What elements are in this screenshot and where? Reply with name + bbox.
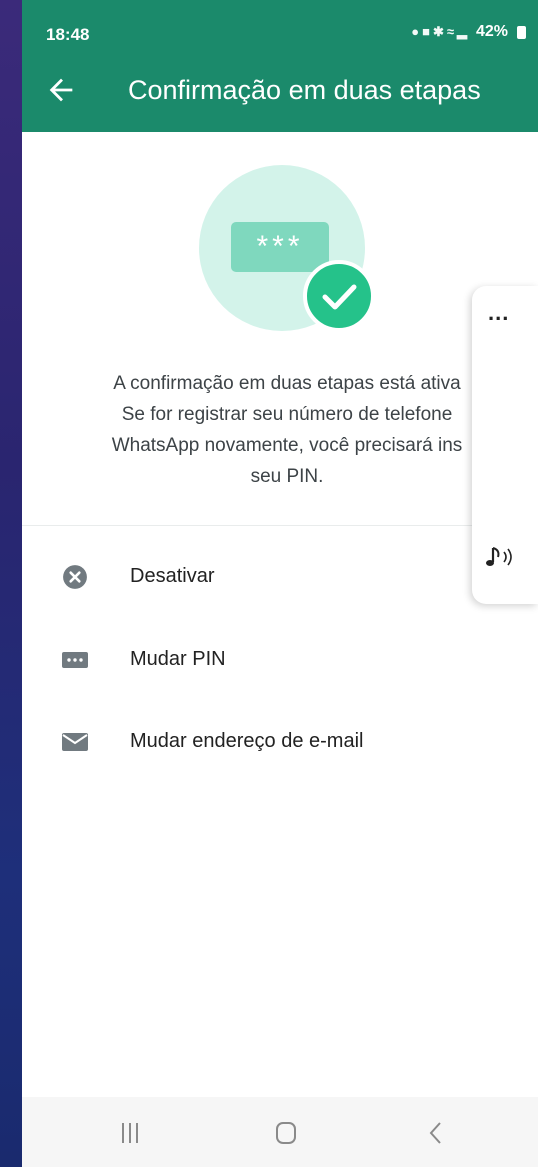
pin-mask: *** <box>256 230 304 263</box>
description-line: seu PIN. <box>250 466 324 487</box>
description-line: Se for registrar seu número de telefone <box>121 404 453 425</box>
floating-side-panel: ... <box>472 286 538 604</box>
pin-keyboard-icon <box>62 652 88 668</box>
battery-icon <box>517 25 526 39</box>
app-bar: 18:48 ●■✱≈▂ 42% Confirmação em duas etap… <box>22 0 538 132</box>
menu-item-mudar-pin[interactable]: Mudar PIN <box>22 630 538 690</box>
description-line: A confirmação em duas etapas está ativa <box>113 373 461 394</box>
recent-apps-icon[interactable] <box>108 1111 152 1155</box>
check-icon <box>322 284 357 310</box>
divider <box>22 525 538 526</box>
menu-item-label: Mudar PIN <box>130 648 226 670</box>
arrow-left-icon[interactable] <box>44 73 78 107</box>
system-nav-bar <box>22 1097 538 1167</box>
screen: 18:48 ●■✱≈▂ 42% Confirmação em duas etap… <box>22 0 538 1167</box>
status-time: 18:48 <box>46 25 90 44</box>
menu-item-label: Mudar endereço de e-mail <box>130 730 364 752</box>
page-title: Confirmação em duas etapas <box>128 75 481 105</box>
description: A confirmação em duas etapas está ativa … <box>62 368 512 492</box>
cancel-circle-icon <box>63 565 87 589</box>
home-icon[interactable] <box>264 1111 308 1155</box>
status-indicator-icons: ●■✱≈▂ <box>411 24 470 39</box>
description-line: WhatsApp novamente, você precisará ins <box>111 435 463 456</box>
menu-item-mudar-email[interactable]: Mudar endereço de e-mail <box>22 712 538 772</box>
back-icon[interactable] <box>414 1111 458 1155</box>
music-note-sound-icon[interactable] <box>482 542 522 572</box>
envelope-icon <box>62 733 88 751</box>
more-options-icon[interactable]: ... <box>488 300 509 326</box>
menu-item-label: Desativar <box>130 565 215 587</box>
check-badge <box>303 260 375 332</box>
menu-item-desativar[interactable]: Desativar <box>22 547 538 607</box>
status-icons: ●■✱≈▂ 42% <box>411 23 526 41</box>
battery-percent: 42% <box>475 23 508 40</box>
